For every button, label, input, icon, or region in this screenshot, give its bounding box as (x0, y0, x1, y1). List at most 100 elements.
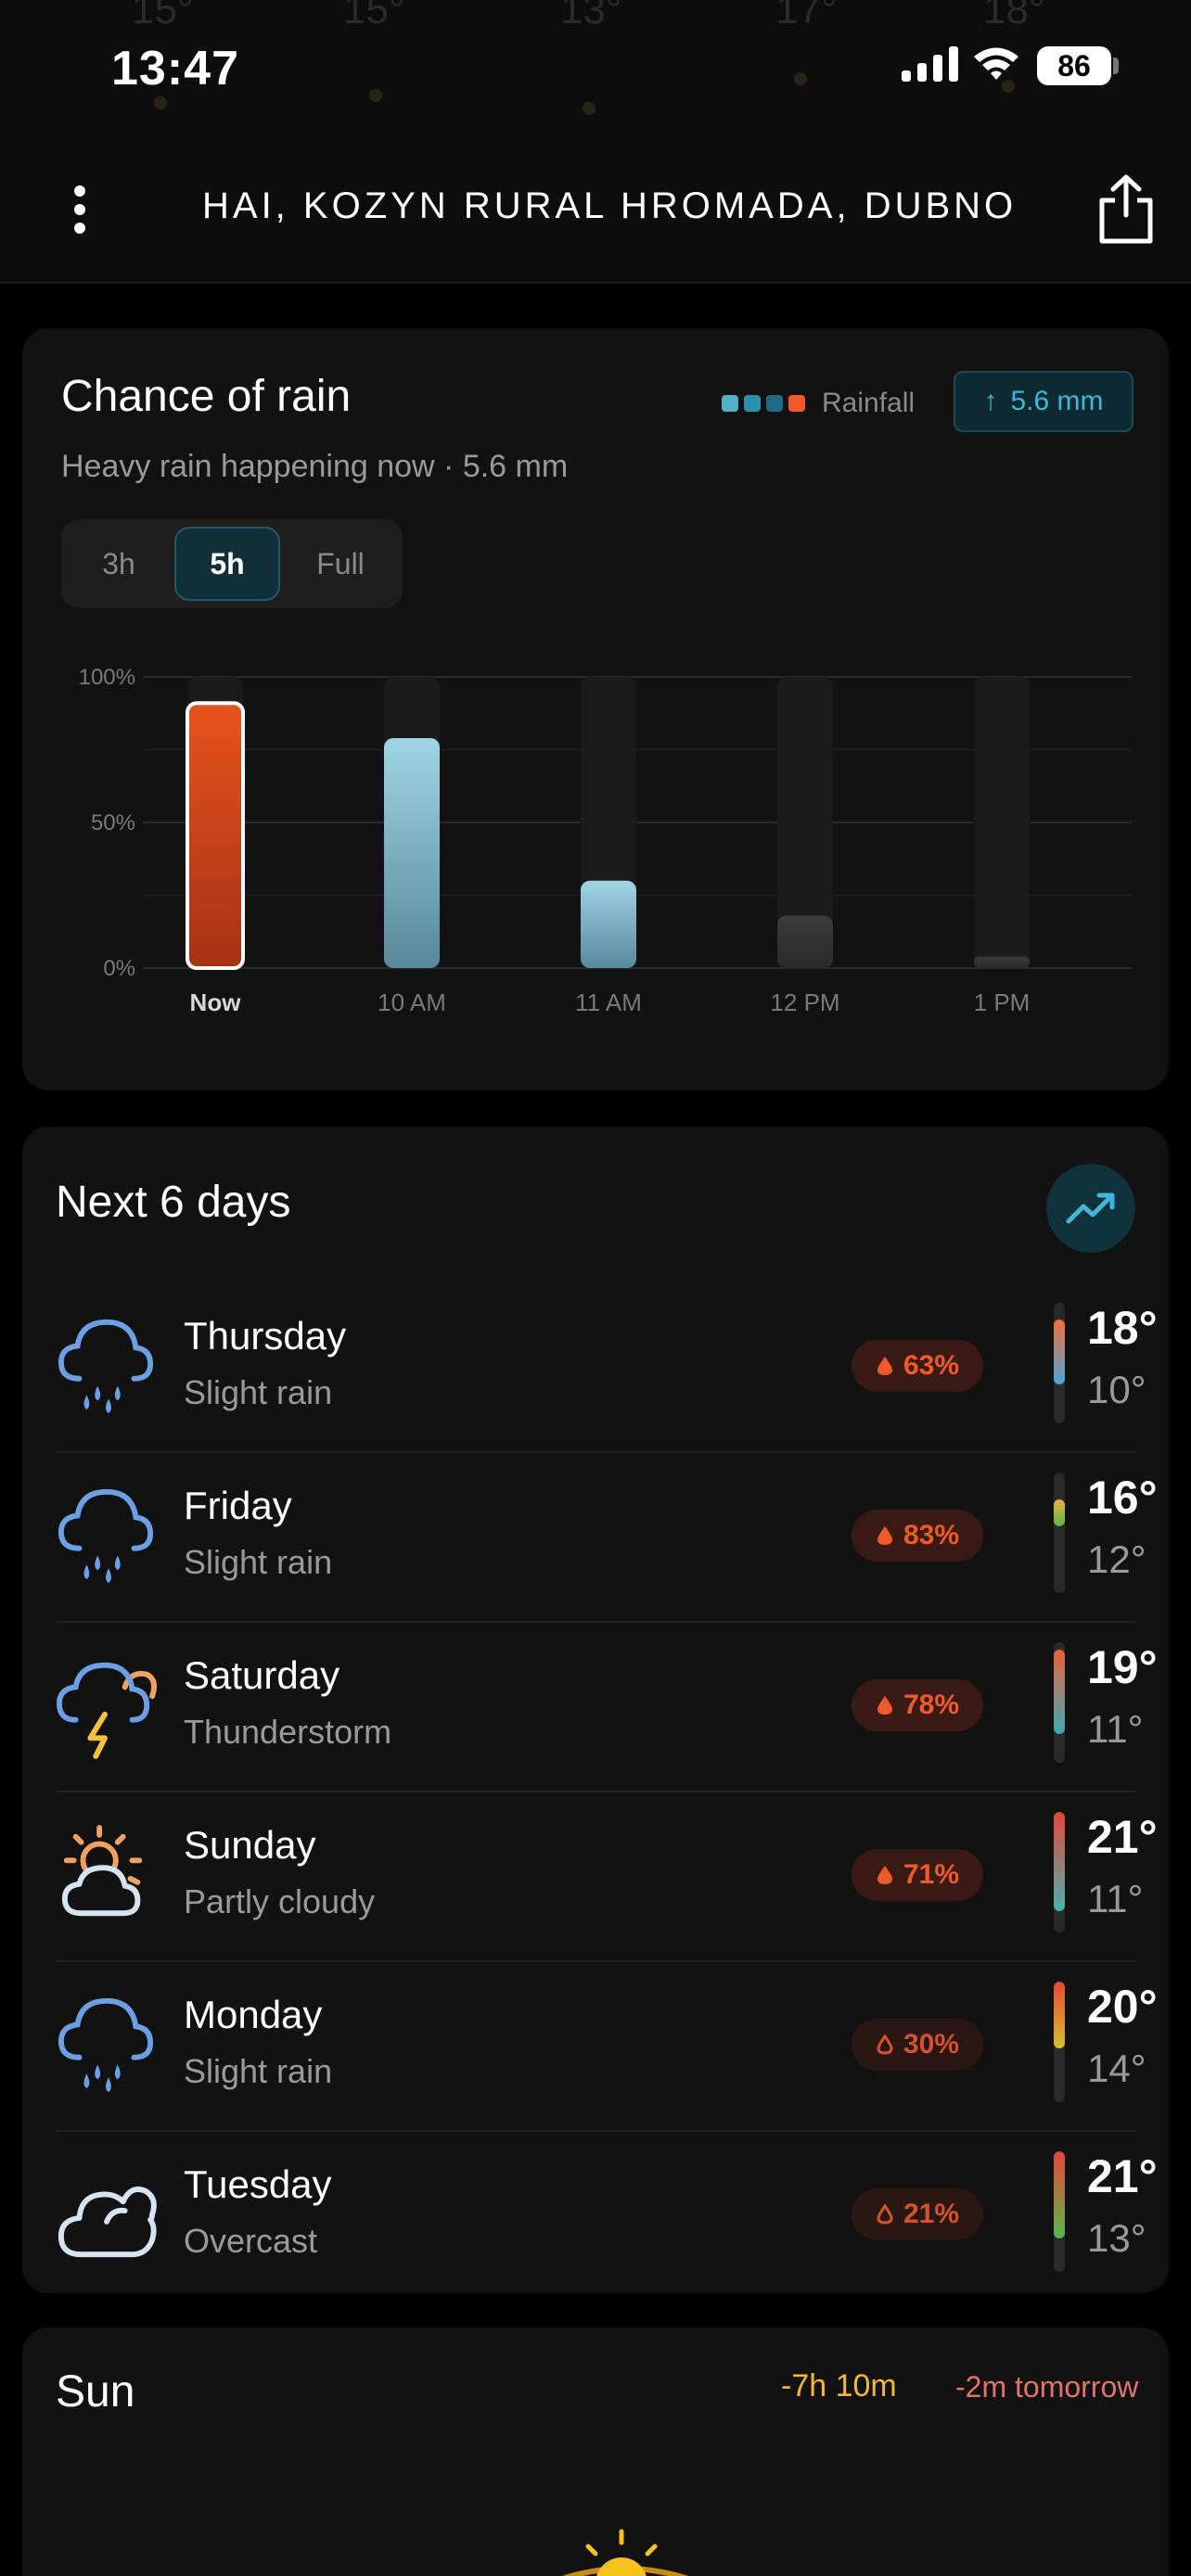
sun-card-title: Sun (56, 2367, 135, 2417)
y-tick-label: 50% (91, 810, 135, 835)
temp-low: 10° (1087, 1368, 1146, 1411)
day-name: Monday (184, 1993, 323, 2036)
temp-high: 21° (1087, 1811, 1158, 1863)
temp-range-bar (1054, 1982, 1065, 2102)
rain-cloud-icon (58, 1319, 154, 1414)
x-tick-label: 11 AM (575, 988, 642, 1016)
dot-icon (74, 223, 85, 234)
status-time: 13:47 (111, 42, 239, 96)
raindrop-icon (876, 1864, 894, 1886)
x-tick-label: 1 PM (974, 988, 1031, 1016)
day-row[interactable]: Monday Slight rain 30% 20° 14° (56, 1963, 1158, 2132)
sun-arc-graphic (561, 2529, 689, 2576)
day-row[interactable]: Friday Slight rain 83% 16° 12° (56, 1454, 1158, 1623)
chance-of-rain-card: Chance of rain Rainfall ↑ 5.6 mm Heavy r… (22, 328, 1169, 1090)
precip-chance-value: 21% (903, 2199, 960, 2229)
daylight-change-today: -7h 10m (781, 2368, 897, 2404)
legend-swatch (766, 395, 783, 412)
temp-high: 21° (1087, 2150, 1158, 2202)
thunderstorm-icon (56, 1662, 157, 1759)
y-tick-label: 0% (103, 956, 135, 981)
background-temp: 17° (775, 0, 838, 32)
background-temp: 13° (560, 0, 622, 32)
sun-card: Sun -7h 10m -2m tomorrow (22, 2327, 1169, 2576)
wifi-icon (974, 47, 1018, 80)
temp-range-bar (1054, 1642, 1065, 1763)
bar-track (974, 677, 1030, 968)
partly-cloudy-icon (61, 1824, 143, 1917)
day-condition: Partly cloudy (184, 1882, 376, 1920)
range-5h-tab[interactable]: 5h (174, 527, 280, 601)
daylight-change-tomorrow: -2m tomorrow (955, 2370, 1139, 2404)
day-row[interactable]: Tuesday Overcast 21% 21° 13° (56, 2133, 1158, 2302)
y-tick-label: 100% (79, 665, 135, 690)
rain-bar[interactable] (186, 701, 245, 970)
temp-low: 12° (1087, 1537, 1146, 1581)
trend-icon (1066, 1192, 1115, 1224)
precip-chance-badge: 30% (852, 2019, 983, 2071)
temp-range-bar (1054, 2151, 1065, 2272)
precip-chance-badge: 21% (852, 2188, 983, 2240)
x-tick-label: Now (190, 988, 242, 1016)
rain-bar[interactable] (974, 956, 1030, 968)
rain-legend: Rainfall (722, 388, 915, 419)
temp-high: 20° (1087, 1981, 1158, 2033)
raindrop-icon (876, 1694, 894, 1716)
day-row[interactable]: Saturday Thunderstorm 78% 19° 11° (56, 1624, 1158, 1792)
share-button[interactable] (1095, 174, 1158, 245)
raindrop-icon (876, 2203, 894, 2225)
legend-swatch (788, 395, 805, 412)
temp-range-bar (1054, 1812, 1065, 1932)
x-tick-label: 10 AM (378, 988, 446, 1016)
temp-low: 11° (1087, 1877, 1144, 1920)
rain-bar[interactable] (581, 880, 636, 968)
day-row[interactable]: Thursday Slight rain 63% 18° 10° (56, 1284, 1158, 1453)
precip-chance-value: 83% (903, 1520, 960, 1550)
rain-bar[interactable] (384, 737, 440, 968)
day-condition: Overcast (184, 2222, 318, 2260)
raindrop-icon (876, 2034, 894, 2056)
rain-bar[interactable] (777, 915, 833, 968)
battery-tip (1113, 57, 1119, 74)
top-bar: 15° 15° 13° 17° 18° 13:47 86 HAI, KOZYN … (0, 0, 1191, 284)
cellular-signal-icon (902, 46, 958, 82)
x-tick-label: 12 PM (770, 988, 839, 1016)
dot-icon (74, 204, 85, 215)
background-temp: 18° (983, 0, 1045, 32)
rain-card-title: Chance of rain (61, 372, 352, 421)
next-days-card: Next 6 days Thursday Slight rain 63% 18° 10°… (22, 1127, 1169, 2293)
more-menu-button[interactable] (61, 182, 98, 237)
temp-range-bar (1054, 1473, 1065, 1593)
rainfall-total-badge[interactable]: ↑ 5.6 mm (954, 371, 1133, 432)
temp-range-bar (1054, 1303, 1065, 1423)
day-name: Friday (184, 1484, 292, 1527)
dot-icon (74, 185, 85, 197)
background-temp: 15° (132, 0, 194, 32)
day-condition: Slight rain (184, 1373, 333, 1411)
precip-chance-value: 78% (903, 1690, 960, 1720)
rain-chart: 0% 50% 100% Now 10 AM 11 AM 12 PM 1 PM (79, 665, 1132, 1016)
day-name: Saturday (184, 1653, 340, 1697)
day-condition: Slight rain (184, 2052, 333, 2090)
precip-chance-badge: 83% (852, 1510, 983, 1562)
rainfall-total-value: 5.6 mm (1010, 386, 1104, 416)
day-condition: Slight rain (184, 1543, 333, 1581)
precip-chance-value: 63% (903, 1350, 960, 1381)
precip-chance-value: 71% (903, 1859, 960, 1890)
temp-low: 14° (1087, 2047, 1146, 2090)
rain-cloud-icon (58, 1488, 154, 1584)
range-full-tab[interactable]: Full (286, 527, 395, 601)
trend-chart-button[interactable] (1046, 1164, 1135, 1253)
legend-swatch (744, 395, 761, 412)
arrow-up-icon: ↑ (983, 386, 998, 416)
temp-high: 18° (1087, 1302, 1158, 1354)
precip-chance-badge: 63% (852, 1340, 983, 1392)
day-name: Sunday (184, 1823, 316, 1867)
raindrop-icon (876, 1355, 894, 1377)
day-row[interactable]: Sunday Partly cloudy 71% 21° 11° (56, 1793, 1158, 1962)
precip-chance-badge: 71% (852, 1849, 983, 1901)
temp-low: 13° (1087, 2216, 1146, 2260)
location-title[interactable]: HAI, KOZYN RURAL HROMADA, DUBNO… (202, 185, 1018, 227)
range-3h-tab[interactable]: 3h (69, 527, 169, 601)
rain-subtitle: Heavy rain happening now · 5.6 mm (61, 449, 569, 484)
